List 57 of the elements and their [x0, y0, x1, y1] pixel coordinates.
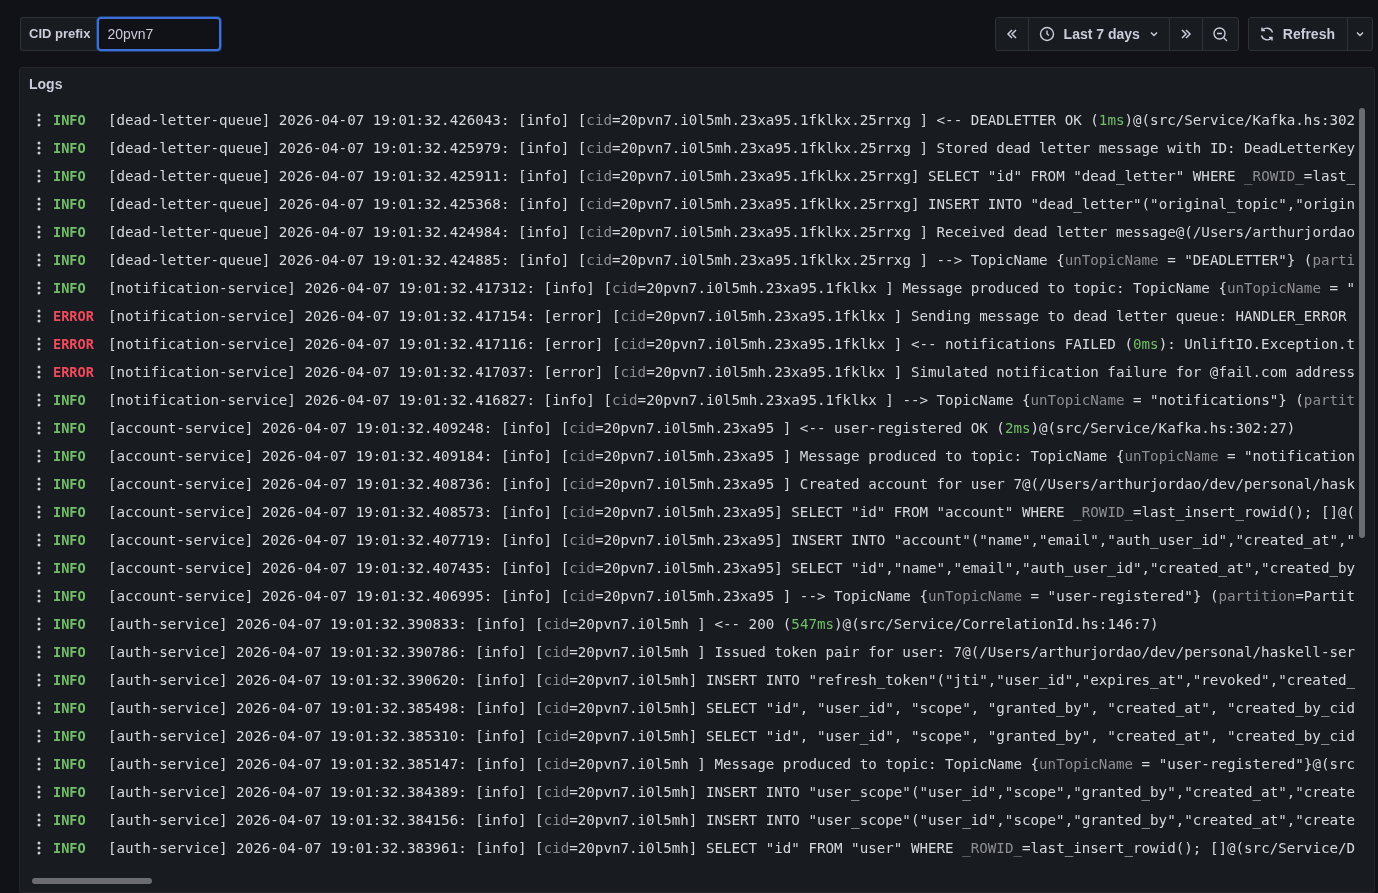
log-line[interactable]: [notification-service] 2026-04-07 19:01:32.417312: [info] [cid=20pvn7.i0l5mh.23xa95.1fklkx ] Message produced to topic: TopicName {unTopicName = ": [108, 280, 1356, 296]
log-line[interactable]: [account-service] 2026-04-07 19:01:32.409184: [info] [cid=20pvn7.i0l5mh.23xa95 ] Message produced to topic: TopicName {unTopicName = "notification: [108, 448, 1356, 464]
log-level: INFO: [53, 420, 87, 436]
log-level: INFO: [53, 504, 87, 520]
log-line[interactable]: [auth-service] 2026-04-07 19:01:32.385310: [info] [cid=20pvn7.i0l5mh] SELECT "id", "user_id", "scope", "granted_by", "created_at", "created_by_cid: [108, 728, 1356, 744]
log-line[interactable]: [auth-service] 2026-04-07 19:01:32.385498: [info] [cid=20pvn7.i0l5mh] SELECT "id", "user_id", "scope", "granted_by", "created_at", "created_by_cid: [108, 700, 1356, 716]
log-level: INFO: [53, 196, 87, 212]
log-line[interactable]: [dead-letter-queue] 2026-04-07 19:01:32.426043: [info] [cid=20pvn7.i0l5mh.23xa95.1fklkx.25rrxg ] <-- DEADLETTER OK (1ms)@(src/Service/Kafka.hs:302: [108, 112, 1356, 128]
log-level: INFO: [53, 476, 87, 492]
filter-label: CID prefix: [20, 17, 98, 51]
log-level: INFO: [53, 560, 87, 576]
log-line[interactable]: [auth-service] 2026-04-07 19:01:32.385147: [info] [cid=20pvn7.i0l5mh ] Message produced to topic: TopicName {unTopicName = "user-registered"}@(src: [108, 756, 1356, 772]
log-line[interactable]: [notification-service] 2026-04-07 19:01:32.417116: [error] [cid=20pvn7.i0l5mh.23xa95.1fklkx ] <-- notifications FAILED (0ms): UnliftIO.Exception.t: [108, 336, 1356, 352]
log-line[interactable]: [auth-service] 2026-04-07 19:01:32.384156: [info] [cid=20pvn7.i0l5mh] INSERT INTO "user_scope"("user_id","scope","granted_by","created_at","create: [108, 812, 1356, 828]
log-level: INFO: [53, 784, 87, 800]
log-level: INFO: [53, 532, 87, 548]
log-level: INFO: [53, 644, 87, 660]
log-line[interactable]: [notification-service] 2026-04-07 19:01:32.416827: [info] [cid=20pvn7.i0l5mh.23xa95.1fklkx ] --> TopicName {unTopicName = "notifications"} (partit: [108, 392, 1356, 408]
log-level: INFO: [53, 700, 87, 716]
log-level: INFO: [53, 812, 87, 828]
log-level: ERROR: [53, 364, 95, 380]
log-line[interactable]: [notification-service] 2026-04-07 19:01:32.417037: [error] [cid=20pvn7.i0l5mh.23xa95.1fklkx ] Simulated notification failure for @fail.com address: [108, 364, 1356, 380]
log-level: INFO: [53, 840, 87, 856]
log-line[interactable]: [account-service] 2026-04-07 19:01:32.406995: [info] [cid=20pvn7.i0l5mh.23xa95 ] --> TopicName {unTopicName = "user-registered"} (partition=Partit: [108, 588, 1356, 604]
log-line[interactable]: [account-service] 2026-04-07 19:01:32.408736: [info] [cid=20pvn7.i0l5mh.23xa95 ] Created account for user 7@(/Users/arthurjordao/dev/personal/hask: [108, 476, 1356, 492]
log-line[interactable]: [auth-service] 2026-04-07 19:01:32.384389: [info] [cid=20pvn7.i0l5mh] INSERT INTO "user_scope"("user_id","scope","granted_by","created_at","create: [108, 784, 1356, 800]
cid-prefix-field[interactable]: 20pvn7: [97, 17, 222, 51]
log-line[interactable]: [dead-letter-queue] 2026-04-07 19:01:32.424984: [info] [cid=20pvn7.i0l5mh.23xa95.1fklkx.25rrxg ] Received dead letter message@(/Users/arthurjordao: [108, 224, 1356, 240]
log-line[interactable]: [account-service] 2026-04-07 19:01:32.407719: [info] [cid=20pvn7.i0l5mh.23xa95] INSERT INTO "account"("name","email","auth_user_id","created_at",": [108, 532, 1356, 548]
log-line[interactable]: [account-service] 2026-04-07 19:01:32.408573: [info] [cid=20pvn7.i0l5mh.23xa95] SELECT "id" FROM "account" WHERE _ROWID_=last_insert_rowid(); []@(: [108, 504, 1356, 520]
log-level: INFO: [53, 112, 87, 128]
log-line[interactable]: [auth-service] 2026-04-07 19:01:32.383961: [info] [cid=20pvn7.i0l5mh] SELECT "id" FROM "user" WHERE _ROWID_=last_insert_rowid(); []@(src/Service/D: [108, 840, 1356, 856]
log-level: INFO: [53, 252, 87, 268]
log-line[interactable]: [dead-letter-queue] 2026-04-07 19:01:32.425911: [info] [cid=20pvn7.i0l5mh.23xa95.1fklkx.25rrxg] SELECT "id" FROM "dead_letter" WHERE _ROWID_=last_: [108, 168, 1356, 184]
log-level: INFO: [53, 616, 87, 632]
log-line[interactable]: [auth-service] 2026-04-07 19:01:32.390833: [info] [cid=20pvn7.i0l5mh ] <-- 200 (547ms)@(src/Service/CorrelationId.hs:146:7): [108, 616, 1159, 632]
log-level: INFO: [53, 168, 87, 184]
log-line[interactable]: [dead-letter-queue] 2026-04-07 19:01:32.424885: [info] [cid=20pvn7.i0l5mh.23xa95.1fklkx.25rrxg ] --> TopicName {unTopicName = "DEADLETTER"} (parti: [108, 252, 1356, 268]
log-line[interactable]: [auth-service] 2026-04-07 19:01:32.390786: [info] [cid=20pvn7.i0l5mh ] Issued token pair for user: 7@(/Users/arthurjordao/dev/personal/haskell-ser: [108, 644, 1356, 660]
log-level: INFO: [53, 588, 87, 604]
log-line[interactable]: [account-service] 2026-04-07 19:01:32.407435: [info] [cid=20pvn7.i0l5mh.23xa95] SELECT "id","name","email","auth_user_id","created_at","created_by: [108, 560, 1356, 576]
log-line[interactable]: [dead-letter-queue] 2026-04-07 19:01:32.425368: [info] [cid=20pvn7.i0l5mh.23xa95.1fklkx.25rrxg] INSERT INTO "dead_letter"("original_topic","origin: [108, 196, 1356, 212]
log-line[interactable]: [notification-service] 2026-04-07 19:01:32.417154: [error] [cid=20pvn7.i0l5mh.23xa95.1fklkx ] Sending message to dead letter queue: HANDLER_ERROR: [108, 308, 1347, 324]
log-level: ERROR: [53, 336, 95, 352]
panel-title: Logs: [28, 75, 64, 94]
log-level: INFO: [53, 392, 87, 408]
log-level: INFO: [53, 224, 87, 240]
log-line[interactable]: [dead-letter-queue] 2026-04-07 19:01:32.425979: [info] [cid=20pvn7.i0l5mh.23xa95.1fklkx.25rrxg ] Stored dead letter message with ID: DeadLetterKey: [108, 140, 1356, 156]
log-line[interactable]: [auth-service] 2026-04-07 19:01:32.390620: [info] [cid=20pvn7.i0l5mh] INSERT INTO "refresh_token"("jti","user_id","expires_at","revoked","created_: [108, 672, 1356, 688]
log-level: ERROR: [53, 308, 95, 324]
log-level: INFO: [53, 672, 87, 688]
log-level: INFO: [53, 448, 87, 464]
log-level: INFO: [53, 756, 87, 772]
log-level: INFO: [53, 140, 87, 156]
log-level: INFO: [53, 280, 87, 296]
log-line[interactable]: [account-service] 2026-04-07 19:01:32.409248: [info] [cid=20pvn7.i0l5mh.23xa95 ] <-- user-registered OK (2ms)@(src/Service/Kafka.hs:302:27): [108, 420, 1296, 436]
log-level: INFO: [53, 728, 87, 744]
